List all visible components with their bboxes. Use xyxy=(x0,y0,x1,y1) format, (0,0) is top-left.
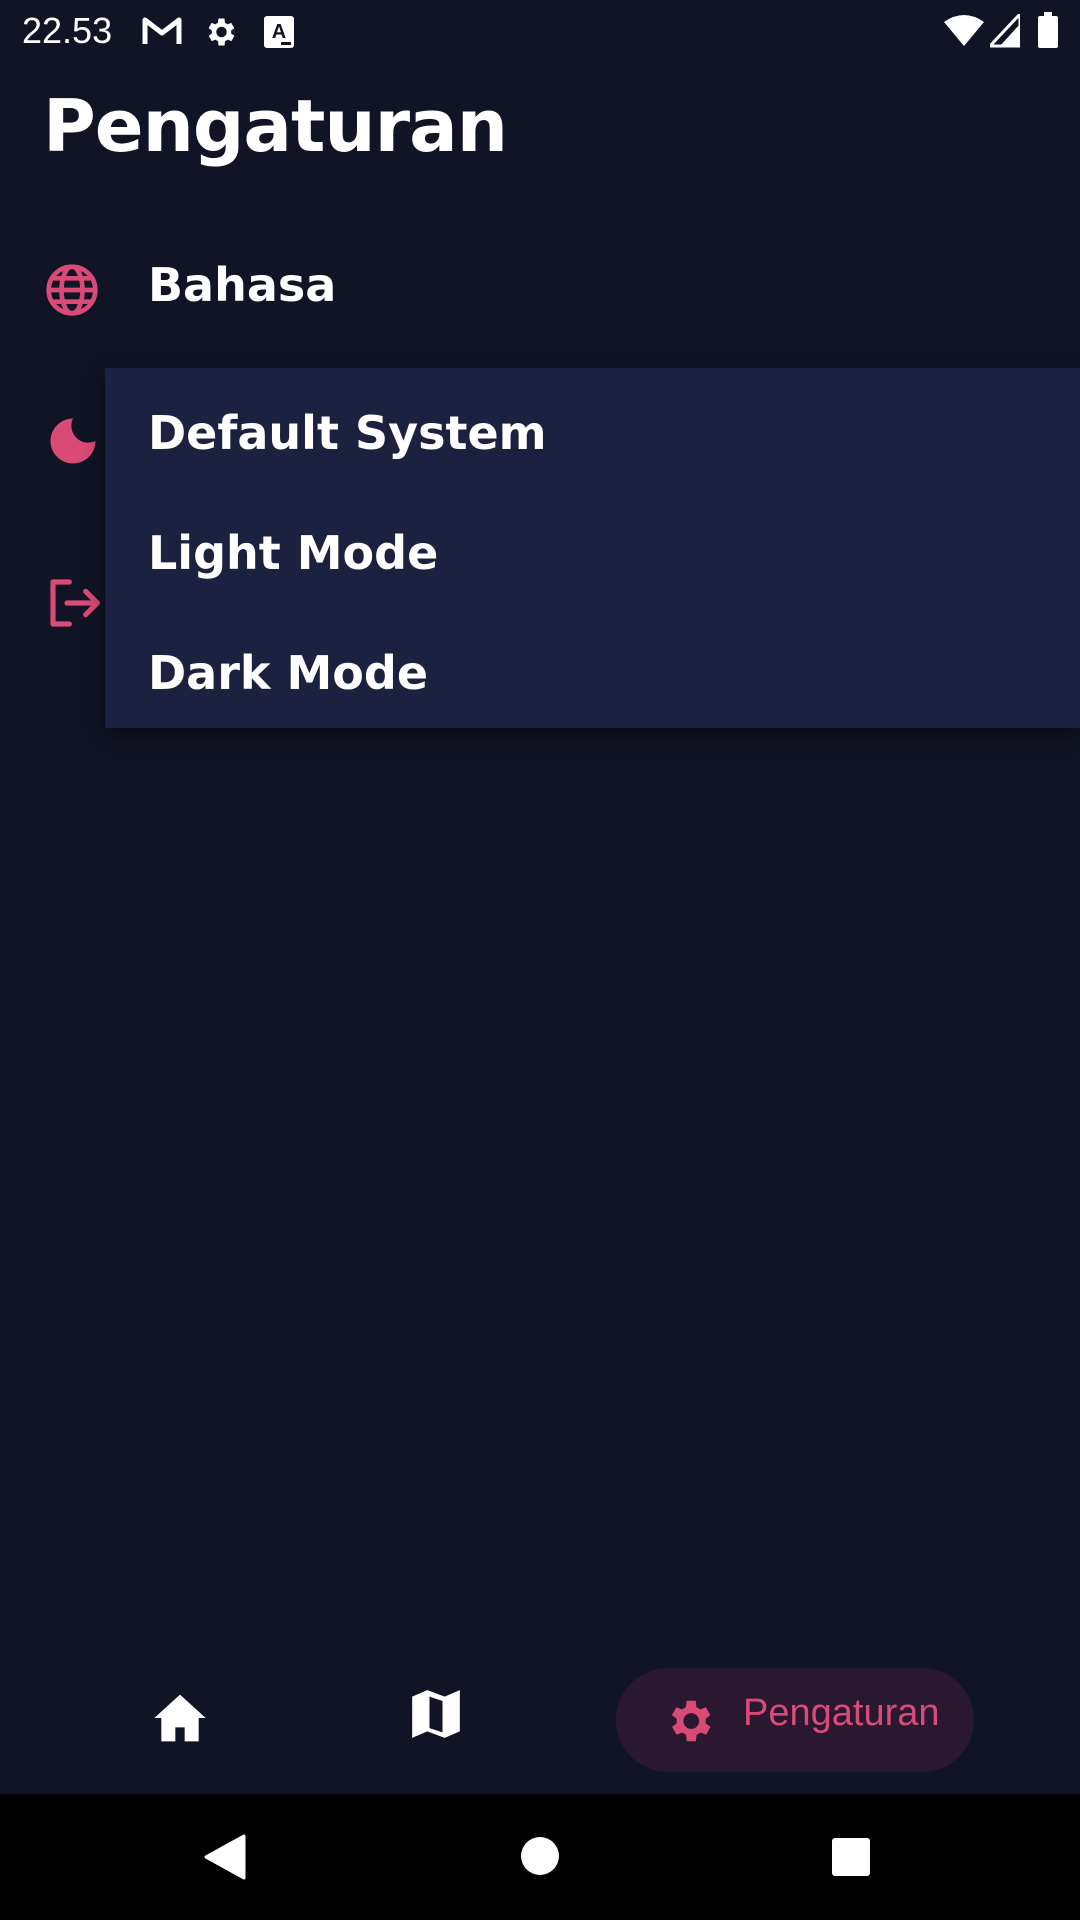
setting-language-label: Bahasa xyxy=(148,258,337,312)
globe-icon xyxy=(44,262,100,322)
dropdown-option-default-system[interactable]: Default System xyxy=(148,378,547,488)
bottom-navigation: Pengaturan xyxy=(0,1640,1080,1794)
setting-language[interactable]: Bahasa xyxy=(0,228,1080,348)
dropdown-option-light-mode[interactable]: Light Mode xyxy=(148,498,438,608)
home-circle-icon[interactable] xyxy=(520,1836,560,1880)
nav-home[interactable] xyxy=(120,1670,240,1770)
settings-gear-icon xyxy=(202,14,238,54)
gear-icon xyxy=(662,1694,716,1752)
page-title: Pengaturan xyxy=(43,84,508,168)
logout-icon xyxy=(46,575,102,635)
nav-settings-label: Pengaturan xyxy=(743,1692,940,1734)
signal-icon xyxy=(986,10,1022,52)
settings-screen: 22.53 A Pengaturan Bahasa Default System… xyxy=(0,0,1080,1920)
wifi-icon xyxy=(944,14,984,52)
status-bar: 22.53 A xyxy=(0,0,1080,64)
gmail-icon xyxy=(142,16,182,50)
theme-dropdown-menu: Default System Light Mode Dark Mode xyxy=(105,368,1080,728)
svg-text:A: A xyxy=(272,21,286,43)
translate-icon: A xyxy=(264,16,294,52)
map-icon xyxy=(410,1688,462,1744)
dropdown-option-dark-mode[interactable]: Dark Mode xyxy=(148,618,428,728)
home-icon xyxy=(152,1692,208,1748)
system-navigation-bar xyxy=(0,1794,1080,1920)
nav-map[interactable] xyxy=(376,1670,496,1770)
recents-icon[interactable] xyxy=(832,1838,870,1880)
back-icon[interactable] xyxy=(204,1834,246,1884)
moon-icon xyxy=(46,414,100,472)
status-time: 22.53 xyxy=(22,10,113,51)
battery-icon xyxy=(1038,12,1058,52)
